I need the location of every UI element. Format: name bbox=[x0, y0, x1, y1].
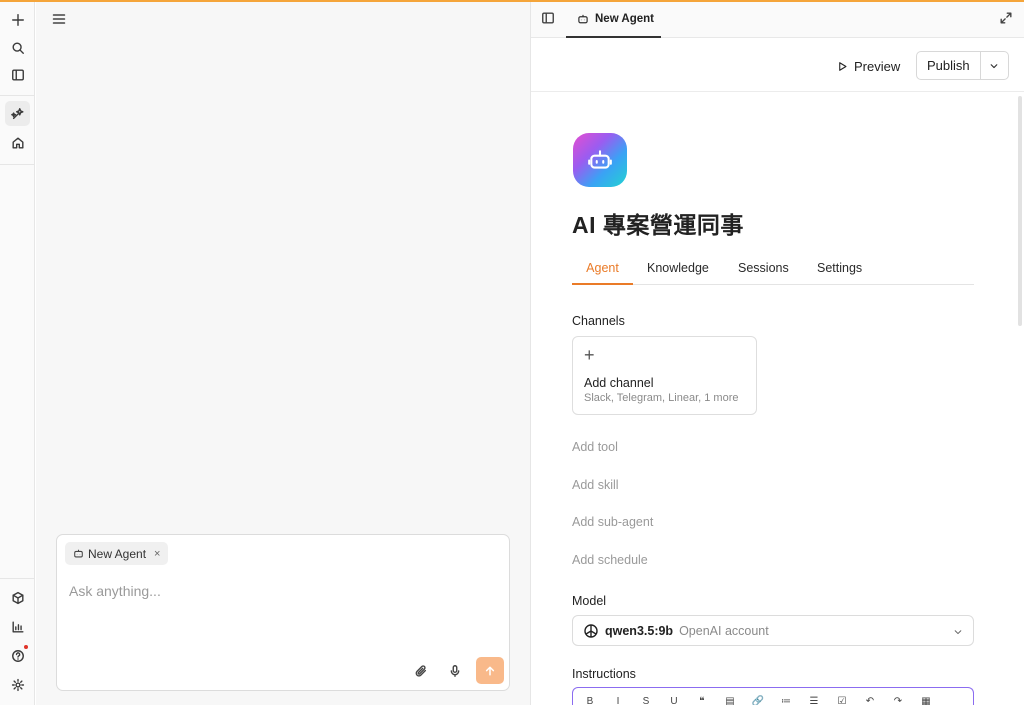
hamburger-icon bbox=[52, 14, 66, 24]
agents-button[interactable] bbox=[5, 101, 30, 126]
analytics-button[interactable] bbox=[5, 614, 30, 639]
expand-icon bbox=[1000, 12, 1012, 24]
settings-button[interactable] bbox=[5, 672, 30, 697]
agent-chip[interactable]: New Agent × bbox=[65, 542, 169, 565]
play-icon bbox=[839, 61, 847, 71]
cube-icon bbox=[11, 591, 24, 604]
panel-icon bbox=[542, 12, 554, 24]
chat-pane: New Agent × bbox=[36, 2, 530, 705]
scrollbar[interactable] bbox=[1018, 96, 1022, 326]
tab-label: New Agent bbox=[595, 13, 654, 25]
add-channel-card[interactable]: + Add channel Slack, Telegram, Linear, 1… bbox=[572, 336, 757, 415]
model-account: OpenAI account bbox=[679, 623, 769, 638]
notification-dot bbox=[24, 645, 28, 649]
sidebar-icon bbox=[11, 68, 24, 81]
undo-button[interactable]: ↶ bbox=[863, 696, 877, 705]
instructions-heading: Instructions bbox=[572, 667, 636, 681]
agent-toolbar: Preview Publish bbox=[531, 39, 1024, 92]
agent-sparkle-icon bbox=[10, 107, 24, 119]
publish-button[interactable]: Publish bbox=[917, 52, 981, 79]
toggle-panel-button[interactable] bbox=[541, 11, 557, 27]
home-button[interactable] bbox=[5, 130, 30, 155]
preview-label: Preview bbox=[854, 58, 901, 74]
plus-icon bbox=[11, 13, 24, 26]
publish-options-button[interactable] bbox=[981, 52, 1008, 79]
model-select[interactable]: qwen3.5:9b OpenAI account bbox=[572, 615, 974, 646]
new-chat-button[interactable] bbox=[5, 7, 30, 32]
tab-agent[interactable]: Agent bbox=[572, 261, 633, 285]
model-heading: Model bbox=[572, 594, 607, 608]
agent-title[interactable]: AI 專案營運同事 bbox=[572, 206, 744, 240]
template-button[interactable]: ▦ bbox=[919, 696, 933, 705]
voice-button[interactable] bbox=[445, 661, 465, 681]
rail-divider bbox=[0, 164, 35, 165]
chevron-down-icon bbox=[990, 63, 998, 68]
editor-toolbar: B I S U ❝ ▤ 🔗 ≔ ☰ ☑ ↶ ↷ ▦ bbox=[583, 696, 933, 705]
channels-heading: Channels bbox=[572, 314, 625, 328]
add-tool-link[interactable]: Add tool bbox=[572, 440, 618, 454]
rail-divider bbox=[0, 578, 35, 579]
link-button[interactable]: 🔗 bbox=[751, 696, 765, 705]
robot-icon bbox=[74, 549, 83, 558]
tab-knowledge[interactable]: Knowledge bbox=[647, 261, 709, 285]
search-icon bbox=[11, 41, 24, 54]
strikethrough-button[interactable]: S bbox=[639, 696, 653, 705]
arrow-up-icon bbox=[485, 666, 495, 675]
agent-chip-label: New Agent bbox=[88, 546, 147, 561]
agent-tabs: Agent Knowledge Sessions Settings bbox=[572, 259, 974, 285]
plus-icon: + bbox=[584, 345, 595, 365]
instructions-editor[interactable]: B I S U ❝ ▤ 🔗 ≔ ☰ ☑ ↶ ↷ ▦ bbox=[572, 687, 974, 705]
redo-button[interactable]: ↷ bbox=[891, 696, 905, 705]
apps-button[interactable] bbox=[5, 585, 30, 610]
agent-avatar[interactable] bbox=[573, 133, 627, 187]
chip-remove-button[interactable]: × bbox=[154, 548, 160, 560]
attach-button[interactable] bbox=[411, 661, 431, 681]
add-skill-link[interactable]: Add skill bbox=[572, 478, 619, 492]
robot-icon bbox=[588, 150, 612, 169]
add-schedule-link[interactable]: Add schedule bbox=[572, 553, 648, 567]
microphone-icon bbox=[450, 665, 460, 677]
underline-button[interactable]: U bbox=[667, 696, 681, 705]
bar-chart-icon bbox=[11, 620, 24, 633]
agent-editor-pane: New Agent Preview Publish AI 專案營運同事 Agen… bbox=[530, 2, 1024, 705]
menu-button[interactable] bbox=[51, 11, 67, 27]
paperclip-icon bbox=[415, 665, 427, 677]
tab-sessions[interactable]: Sessions bbox=[738, 261, 789, 285]
publish-button-group: Publish bbox=[916, 51, 1009, 80]
robot-icon bbox=[578, 14, 588, 24]
expand-button[interactable] bbox=[999, 11, 1015, 27]
home-icon bbox=[11, 136, 24, 149]
chevron-down-icon bbox=[953, 626, 963, 636]
openai-icon bbox=[583, 623, 599, 639]
send-button[interactable] bbox=[476, 657, 504, 684]
quote-button[interactable]: ❝ bbox=[695, 696, 709, 705]
add-channel-subtitle: Slack, Telegram, Linear, 1 more bbox=[584, 392, 739, 404]
bold-button[interactable]: B bbox=[583, 696, 597, 705]
left-rail bbox=[0, 2, 35, 705]
settings-icon bbox=[11, 678, 24, 691]
chat-composer: New Agent × bbox=[56, 534, 510, 691]
document-tab-bar: New Agent bbox=[531, 2, 1024, 38]
toggle-sidebar-button[interactable] bbox=[5, 62, 30, 87]
bullet-list-button[interactable]: ☰ bbox=[807, 696, 821, 705]
preview-button[interactable]: Preview bbox=[829, 52, 908, 80]
tab-settings[interactable]: Settings bbox=[817, 261, 862, 285]
rail-divider bbox=[0, 95, 35, 96]
model-name: qwen3.5:9b bbox=[605, 623, 674, 638]
italic-button[interactable]: I bbox=[611, 696, 625, 705]
checklist-button[interactable]: ☑ bbox=[835, 696, 849, 705]
ordered-list-button[interactable]: ≔ bbox=[779, 696, 793, 705]
add-channel-title: Add channel bbox=[584, 376, 654, 390]
chat-input[interactable] bbox=[69, 583, 489, 599]
search-button[interactable] bbox=[5, 35, 30, 60]
tab-new-agent[interactable]: New Agent bbox=[566, 2, 661, 38]
add-sub-agent-link[interactable]: Add sub-agent bbox=[572, 515, 653, 529]
file-button[interactable]: ▤ bbox=[723, 696, 737, 705]
help-icon bbox=[11, 649, 24, 662]
